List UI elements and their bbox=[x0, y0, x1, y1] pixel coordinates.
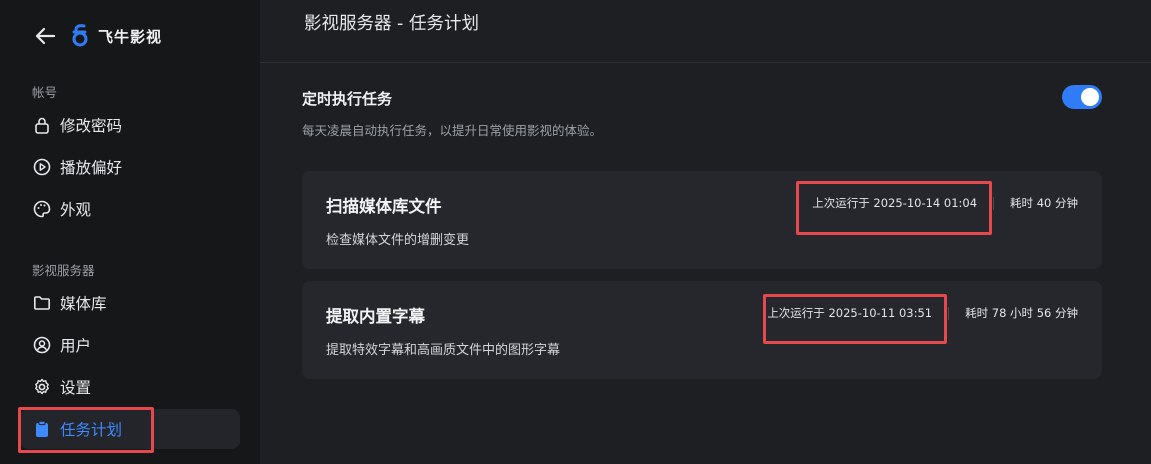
task-title: 扫描媒体库文件 bbox=[326, 197, 442, 216]
schedule-title: 定时执行任务 bbox=[302, 90, 393, 108]
sidebar-item-label: 设置 bbox=[60, 379, 92, 397]
user-circle-icon bbox=[32, 335, 52, 355]
task-card-extract-subtitles[interactable]: 提取内置字幕 提取特效字幕和高画质文件中的图形字幕 上次运行于 2025-10-… bbox=[302, 281, 1102, 379]
sidebar-item-appearance[interactable]: 外观 bbox=[20, 189, 240, 229]
gear-icon bbox=[32, 377, 52, 397]
task-title: 提取内置字幕 bbox=[326, 307, 425, 326]
toggle-knob bbox=[1081, 88, 1099, 106]
meta-divider bbox=[948, 306, 950, 320]
section-title-account: 帐号 bbox=[32, 85, 58, 100]
sidebar-item-change-password[interactable]: 修改密码 bbox=[20, 105, 240, 145]
sidebar-item-task-schedule[interactable]: 任务计划 bbox=[20, 409, 240, 449]
task-last-run: 上次运行于 2025-10-14 01:04 bbox=[812, 196, 978, 210]
sidebar-item-label: 修改密码 bbox=[60, 117, 123, 135]
sidebar-item-users[interactable]: 用户 bbox=[20, 325, 240, 365]
section-title-server: 影视服务器 bbox=[32, 263, 95, 278]
play-circle-icon bbox=[32, 157, 52, 177]
schedule-toggle[interactable] bbox=[1062, 85, 1102, 109]
sidebar: 飞牛影视 帐号 修改密码 播放偏好 外观 影视服务器 媒体库 用户 设置 任务计… bbox=[0, 0, 260, 464]
lock-icon bbox=[32, 115, 52, 135]
app-name: 飞牛影视 bbox=[98, 27, 163, 46]
sidebar-item-label: 播放偏好 bbox=[60, 159, 123, 177]
folder-icon bbox=[32, 293, 52, 313]
task-meta: 上次运行于 2025-10-11 03:51 耗时 78 小时 56 分钟 bbox=[767, 305, 1078, 321]
page-title: 影视服务器 - 任务计划 bbox=[304, 14, 479, 34]
main-panel: 影视服务器 - 任务计划 定时执行任务 每天凌晨自动执行任务，以提升日常使用影视… bbox=[260, 0, 1151, 464]
sidebar-item-playback[interactable]: 播放偏好 bbox=[20, 147, 240, 187]
brand-bar: 飞牛影视 bbox=[34, 22, 162, 50]
palette-icon bbox=[32, 199, 52, 219]
back-arrow-icon[interactable] bbox=[34, 25, 56, 47]
sidebar-item-label: 任务计划 bbox=[60, 421, 123, 439]
task-duration: 耗时 40 分钟 bbox=[1010, 196, 1078, 210]
task-duration: 耗时 78 小时 56 分钟 bbox=[965, 306, 1078, 320]
sidebar-item-label: 用户 bbox=[60, 337, 92, 355]
clipboard-icon bbox=[32, 419, 52, 439]
meta-divider bbox=[993, 196, 995, 210]
sidebar-item-label: 外观 bbox=[60, 201, 92, 219]
sidebar-item-label: 媒体库 bbox=[60, 295, 107, 313]
task-last-run: 上次运行于 2025-10-11 03:51 bbox=[767, 306, 933, 320]
task-meta: 上次运行于 2025-10-14 01:04 耗时 40 分钟 bbox=[812, 195, 1078, 211]
task-description: 提取特效字幕和高画质文件中的图形字幕 bbox=[326, 343, 561, 358]
sidebar-item-settings[interactable]: 设置 bbox=[20, 367, 240, 407]
task-card-scan-library[interactable]: 扫描媒体库文件 检查媒体文件的增删变更 上次运行于 2025-10-14 01:… bbox=[302, 171, 1102, 269]
schedule-description: 每天凌晨自动执行任务，以提升日常使用影视的体验。 bbox=[302, 123, 603, 138]
header: 影视服务器 - 任务计划 bbox=[260, 0, 1151, 63]
app-logo-icon bbox=[70, 24, 92, 48]
sidebar-item-media-library[interactable]: 媒体库 bbox=[20, 283, 240, 323]
task-description: 检查媒体文件的增删变更 bbox=[326, 233, 470, 248]
